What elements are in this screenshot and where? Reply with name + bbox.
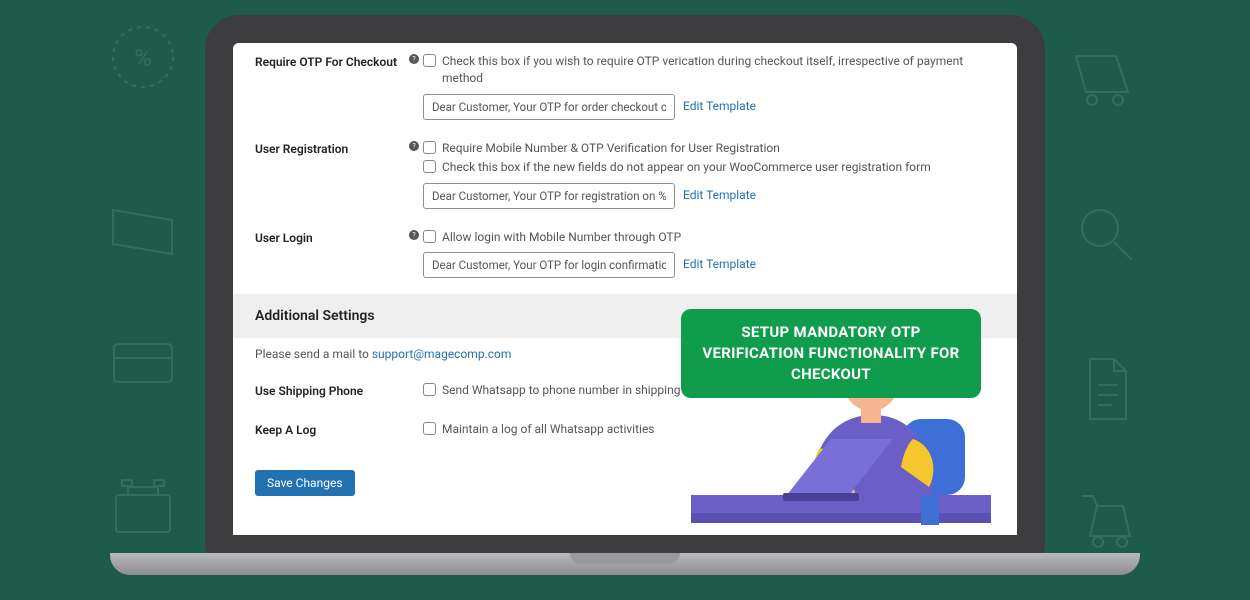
row-use-shipping-phone: Use Shipping Phone Send Whatsapp to phon… bbox=[233, 372, 1017, 411]
label-require-otp: Require OTP For Checkout bbox=[255, 53, 405, 120]
desc-log: Maintain a log of all Whatsapp activitie… bbox=[442, 421, 655, 438]
template-input-login[interactable] bbox=[423, 252, 675, 278]
template-input-checkout[interactable] bbox=[423, 94, 675, 120]
label-keep-a-log: Keep A Log bbox=[255, 421, 405, 440]
help-icon[interactable]: ? bbox=[405, 229, 423, 278]
edit-template-link-register[interactable]: Edit Template bbox=[683, 187, 756, 204]
checkbox-require-otp[interactable] bbox=[423, 54, 436, 67]
desc-register-2: Check this box if the new fields do not … bbox=[442, 159, 931, 176]
desc-login: Allow login with Mobile Number through O… bbox=[442, 229, 681, 246]
checkbox-require-mobile-otp[interactable] bbox=[423, 141, 436, 154]
support-email-link[interactable]: support@magecomp.com bbox=[372, 347, 512, 361]
checkbox-use-shipping-phone[interactable] bbox=[423, 383, 436, 396]
desc-shipping: Send Whatsapp to phone number in shippin… bbox=[442, 382, 726, 399]
label-user-login: User Login bbox=[255, 229, 405, 278]
label-use-shipping-phone: Use Shipping Phone bbox=[255, 382, 405, 401]
desc-register-1: Require Mobile Number & OTP Verification… bbox=[442, 140, 780, 157]
template-input-register[interactable] bbox=[423, 183, 675, 209]
help-icon[interactable]: ? bbox=[405, 140, 423, 209]
help-icon[interactable]: ? bbox=[405, 53, 423, 120]
row-require-otp-checkout: Require OTP For Checkout ? Check this bo… bbox=[233, 43, 1017, 130]
checkbox-allow-login-otp[interactable] bbox=[423, 230, 436, 243]
section-additional-settings: Additional Settings bbox=[233, 294, 1017, 338]
row-keep-a-log: Keep A Log Maintain a log of all Whatsap… bbox=[233, 411, 1017, 450]
label-user-registration: User Registration bbox=[255, 140, 405, 209]
row-user-registration: User Registration ? Require Mobile Numbe… bbox=[233, 130, 1017, 219]
checkbox-keep-a-log[interactable] bbox=[423, 422, 436, 435]
save-changes-button[interactable]: Save Changes bbox=[255, 470, 355, 496]
checkbox-fields-missing[interactable] bbox=[423, 160, 436, 173]
support-note: Please send a mail to support@magecomp.c… bbox=[233, 338, 1017, 371]
edit-template-link-checkout[interactable]: Edit Template bbox=[683, 98, 756, 115]
desc-require-otp: Check this box if you wish to require OT… bbox=[442, 53, 995, 88]
laptop-base bbox=[110, 553, 1140, 575]
edit-template-link-login[interactable]: Edit Template bbox=[683, 256, 756, 273]
row-user-login: User Login ? Allow login with Mobile Num… bbox=[233, 219, 1017, 288]
svg-text:%: % bbox=[134, 44, 152, 72]
